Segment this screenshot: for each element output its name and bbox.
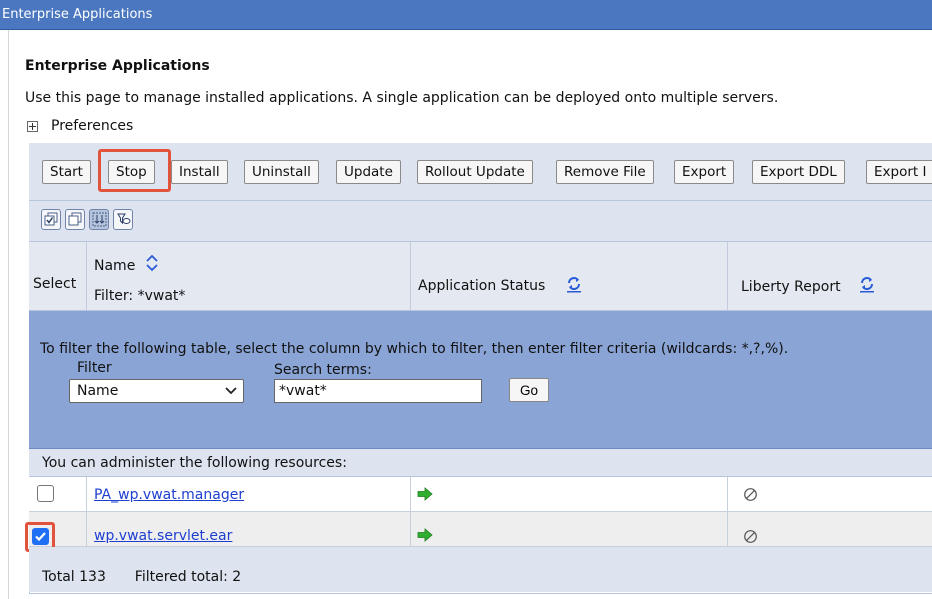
column-header-app-status: Application Status: [418, 278, 546, 294]
install-button[interactable]: Install: [171, 160, 228, 184]
filtered-total: Filtered total: 2: [134, 569, 242, 585]
refresh-icon[interactable]: [858, 275, 876, 293]
stop-button-highlight: [98, 149, 171, 192]
filter-column-value: Name: [77, 383, 119, 399]
row-checkbox[interactable]: [37, 485, 54, 502]
export-more-button[interactable]: Export I: [866, 160, 932, 184]
cell-divider: [86, 477, 87, 546]
select-all-icon[interactable]: [41, 209, 61, 230]
sort-icon[interactable]: [145, 254, 159, 272]
filter-instructions: To filter the following table, select th…: [40, 341, 789, 357]
header-divider: [727, 242, 728, 310]
cell-divider: [727, 477, 728, 546]
filter-label: Filter: [77, 360, 112, 376]
column-header-liberty-report: Liberty Report: [741, 279, 841, 295]
clear-filter-icon[interactable]: [113, 209, 133, 230]
page-title: Enterprise Applications: [25, 58, 210, 74]
header-divider: [410, 242, 411, 310]
export-button[interactable]: Export: [674, 160, 735, 184]
expand-plus-icon[interactable]: [27, 120, 38, 132]
cell-divider: [410, 477, 411, 546]
preferences-label[interactable]: Preferences: [51, 118, 133, 134]
app-link[interactable]: wp.vwat.servlet.ear: [94, 528, 232, 544]
app-link[interactable]: PA_wp.vwat.manager: [94, 487, 244, 503]
totals-text: Total 133 Filtered total: 2: [42, 569, 241, 585]
start-button[interactable]: Start: [42, 160, 91, 184]
table-icon-bar: [29, 201, 932, 242]
total-count: Total 133: [42, 569, 106, 585]
rollout-update-button[interactable]: Rollout Update: [417, 160, 533, 184]
search-terms-label: Search terms:: [274, 362, 372, 378]
uninstall-button[interactable]: Uninstall: [244, 160, 319, 184]
resources-label: You can administer the following resourc…: [42, 455, 347, 471]
go-button[interactable]: Go: [509, 378, 549, 402]
name-filter-status: Filter: *vwat*: [94, 288, 186, 304]
remove-file-button[interactable]: Remove File: [556, 160, 654, 184]
show-filter-icon[interactable]: [89, 209, 109, 230]
column-header-name[interactable]: Name: [94, 258, 135, 274]
deselect-all-icon[interactable]: [65, 209, 85, 230]
started-arrow-icon: [417, 528, 433, 542]
export-ddl-button[interactable]: Export DDL: [752, 160, 845, 184]
update-button[interactable]: Update: [336, 160, 401, 184]
window-title: Enterprise Applications: [2, 7, 153, 22]
not-applicable-icon: [744, 530, 757, 543]
column-header-select: Select: [33, 276, 77, 292]
window-title-bar: Enterprise Applications: [0, 0, 932, 30]
filter-column-select[interactable]: Name: [69, 379, 244, 403]
search-terms-input[interactable]: [274, 379, 482, 403]
started-arrow-icon: [417, 487, 433, 501]
page-description: Use this page to manage installed applic…: [25, 90, 779, 106]
preferences-toggle[interactable]: Preferences: [25, 118, 133, 134]
not-applicable-icon: [744, 488, 757, 501]
refresh-icon[interactable]: [565, 275, 583, 293]
chevron-down-icon: [225, 387, 237, 395]
header-divider: [86, 242, 87, 310]
